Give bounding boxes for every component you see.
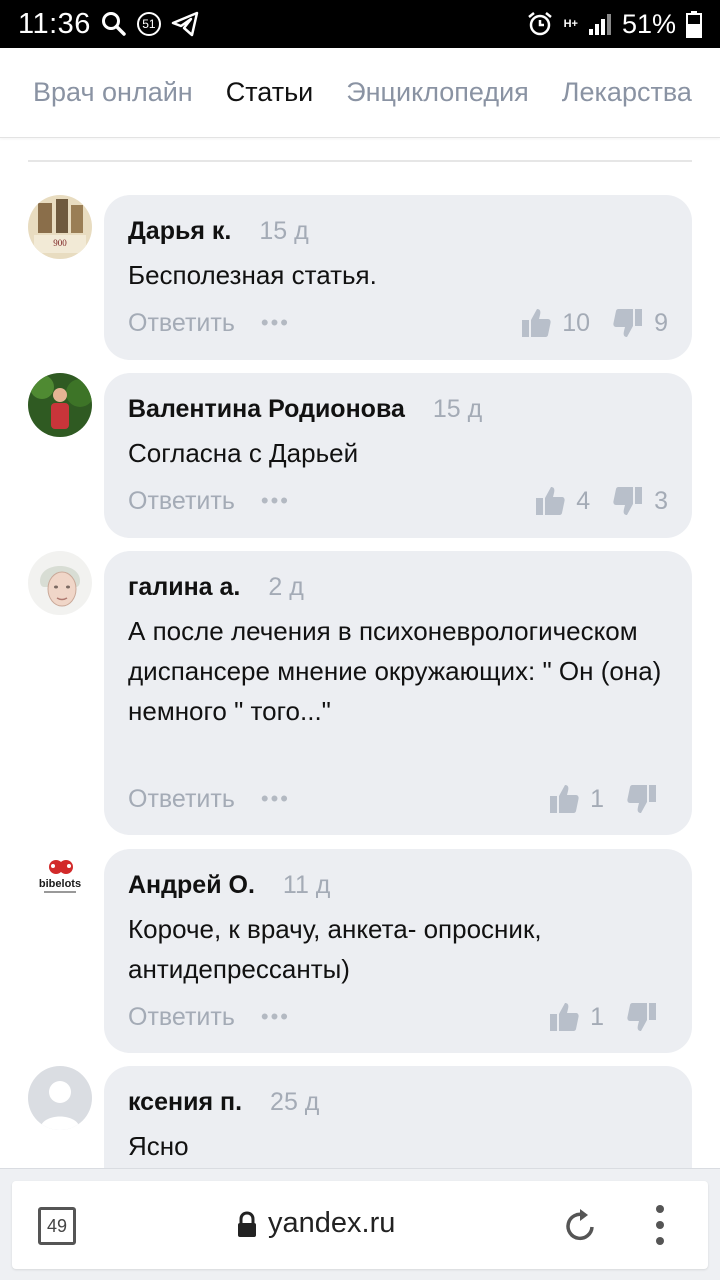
section-tabs: Врач онлайн Статьи Энциклопедия Лекарств… [0, 48, 720, 138]
more-options-icon[interactable]: ••• [261, 786, 290, 812]
telegram-icon [171, 11, 199, 37]
thumbs-up-icon[interactable] [520, 307, 552, 339]
comment-bubble: галина а. 2 д А после лечения в психонев… [104, 551, 692, 835]
divider [28, 160, 692, 162]
lock-icon [236, 1211, 258, 1244]
avatar[interactable]: 900 [28, 195, 92, 259]
alarm-icon [526, 10, 554, 38]
svg-text:900: 900 [53, 238, 67, 248]
tab-articles[interactable]: Статьи [226, 77, 314, 108]
battery-percent: 51% [621, 8, 676, 39]
tab-medicines[interactable]: Лекарства [562, 77, 692, 108]
like-count: 1 [590, 784, 604, 813]
comment-bubble: Дарья к. 15 д Бесполезная статья. Ответи… [104, 195, 692, 360]
comment-author[interactable]: Валентина Родионова [128, 395, 405, 424]
comment-text: А после лечения в психоневрологическом д… [128, 616, 662, 726]
more-options-icon[interactable]: ••• [261, 488, 290, 514]
comment-text: Короче, к врачу, анкета- опросник, антид… [128, 914, 542, 984]
comment-author[interactable]: галина а. [128, 573, 240, 602]
reload-icon[interactable] [562, 1205, 598, 1250]
comment-text: Бесполезная статья. [128, 260, 377, 290]
like-count: 10 [562, 308, 591, 337]
tab-doctor-online[interactable]: Врач онлайн [33, 77, 193, 108]
like-count: 4 [576, 486, 591, 515]
comment-date: 15 д [432, 395, 483, 423]
comment-bubble: Андрей О. 11 д Короче, к врачу, анкета- … [104, 849, 692, 1053]
comment-text: Согласна с Дарьей [128, 438, 359, 468]
reply-button[interactable]: Ответить [128, 487, 235, 516]
thumbs-down-icon[interactable] [612, 307, 644, 339]
clock: 11:36 [18, 7, 91, 40]
thumbs-up-icon[interactable] [534, 485, 566, 517]
tabs-count-button[interactable]: 49 [38, 1207, 76, 1245]
status-bar: 11:36 51 H+ 51% [0, 0, 720, 48]
reply-button[interactable]: Ответить [128, 1003, 235, 1032]
more-options-icon[interactable]: ••• [261, 1004, 290, 1030]
battery-icon [686, 10, 702, 38]
address-bar[interactable]: 49 yandex.ru [12, 1181, 708, 1269]
avatar-placeholder-icon[interactable] [28, 1066, 92, 1130]
signal-icon [588, 12, 612, 36]
more-options-icon[interactable]: ••• [261, 310, 290, 336]
svg-text:bibelots: bibelots [39, 878, 81, 890]
like-count: 1 [590, 1002, 604, 1031]
url-text[interactable]: yandex.ru [268, 1207, 395, 1240]
avatar[interactable]: bibelots [28, 849, 92, 913]
comment-text: Ясно [128, 1131, 189, 1161]
comment-author[interactable]: Дарья к. [128, 217, 231, 246]
dislike-count: 3 [654, 486, 668, 515]
comment-author[interactable]: ксения п. [128, 1088, 242, 1117]
thumbs-up-icon[interactable] [548, 1001, 580, 1033]
thumbs-up-icon[interactable] [548, 783, 580, 815]
tab-encyclopedia[interactable]: Энциклопедия [346, 77, 529, 108]
comment-author[interactable]: Андрей О. [128, 871, 255, 900]
reply-button[interactable]: Ответить [128, 785, 235, 814]
browser-bar: 49 yandex.ru [0, 1168, 720, 1280]
comment-date: 11 д [282, 871, 331, 899]
notification-count-icon: 51 [136, 12, 161, 36]
avatar[interactable] [28, 373, 92, 437]
comment-date: 2 д [268, 573, 304, 601]
comment-bubble: Валентина Родионова 15 д Согласна с Дарь… [104, 373, 692, 538]
comment-date: 15 д [259, 217, 309, 245]
thumbs-down-icon[interactable] [626, 783, 658, 815]
search-icon [101, 11, 127, 37]
reply-button[interactable]: Ответить [128, 309, 235, 338]
dislike-count: 9 [654, 308, 668, 337]
comment-date: 25 д [270, 1088, 320, 1116]
thumbs-down-icon[interactable] [612, 485, 644, 517]
network-type-icon: H+ [563, 18, 578, 30]
more-menu-icon[interactable] [652, 1203, 668, 1252]
thumbs-down-icon[interactable] [626, 1001, 658, 1033]
avatar[interactable] [28, 551, 92, 615]
